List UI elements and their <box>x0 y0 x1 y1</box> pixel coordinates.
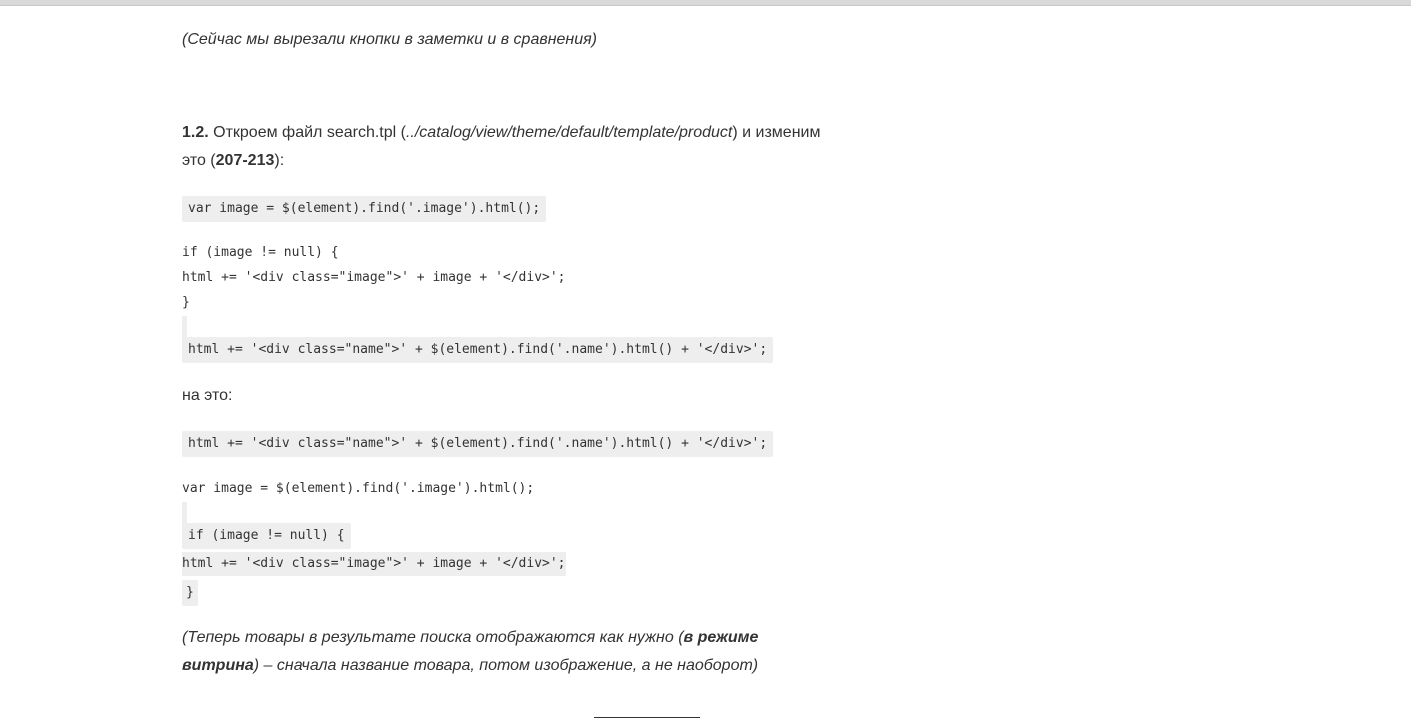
code-before-line-1: var image = $(element).find('.image').ht… <box>182 196 547 222</box>
result-bold-mode: в режиме <box>683 629 759 646</box>
intro-note-text: (Сейчас мы вырезали кнопки в заметки и в… <box>182 31 597 48</box>
result-text-2: ) – сначала название товара, потом изобр… <box>253 657 753 674</box>
step-line2-start: это ( <box>182 152 216 169</box>
result-close: ) <box>752 657 759 674</box>
code-after-line-3: if (image != null) { <box>182 523 351 549</box>
result-note-line-1: (Теперь товары в результате поиска отобр… <box>182 628 758 648</box>
result-bold-showcase: витрина <box>182 657 254 674</box>
code-after-line-5: } <box>182 580 198 606</box>
file-path: ../catalog/view/theme/default/template/p… <box>405 124 733 141</box>
window-top-border <box>0 0 1411 6</box>
result-note-line-2: витрина) – сначала название товара, пото… <box>182 656 758 676</box>
code-after-line-4: html += '<div class="image">' + image + … <box>182 552 566 576</box>
step-number: 1.2. <box>182 124 209 141</box>
step-text: Откроем файл search.tpl ( <box>208 124 406 141</box>
code-after-line-1: html += '<div class="name">' + $(element… <box>182 431 774 457</box>
code-before-line-3: html += '<div class="image">' + image + … <box>182 270 566 285</box>
code-before-line-2: if (image != null) { <box>182 245 339 260</box>
step-line2-end: ): <box>274 152 285 169</box>
intro-note: (Сейчас мы вырезали кнопки в заметки и в… <box>182 30 597 50</box>
section-divider <box>594 717 700 718</box>
result-text: Теперь товары в результате поиска отобра… <box>187 629 684 646</box>
code-block-edge <box>182 316 187 338</box>
code-after-line-2: var image = $(element).find('.image').ht… <box>182 481 535 496</box>
lines-range: 207-213 <box>215 152 275 169</box>
step-text-after: ) и изменим <box>732 124 821 141</box>
code-before-line-4: } <box>182 295 190 310</box>
step-heading-line2: это (207-213): <box>182 151 284 171</box>
code-block-edge <box>182 502 187 524</box>
code-before-line-5: html += '<div class="name">' + $(element… <box>182 337 774 363</box>
to-this-label: на это: <box>182 387 233 404</box>
step-heading: 1.2. Откроем файл search.tpl (../catalog… <box>182 123 820 143</box>
